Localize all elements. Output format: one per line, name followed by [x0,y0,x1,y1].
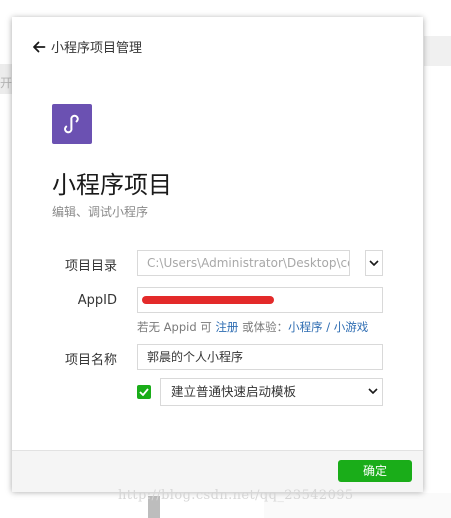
appid-redaction-mark [142,296,274,304]
background-header-fragment [424,36,451,66]
page-subtitle: 编辑、调试小程序 [52,205,149,219]
register-link[interactable]: 注册 [215,320,238,334]
background-text-fragment: 开 [0,76,13,90]
template-select-value: 建立普通快速启动模板 [171,384,297,399]
back-button[interactable]: 小程序项目管理 [32,37,142,56]
project-name-label: 项目名称 [64,353,117,368]
project-dir-label: 项目目录 [64,259,117,274]
chevron-down-icon [368,388,378,394]
project-dialog: 小程序项目管理 小程序项目 编辑、调试小程序 项目目录 C:\Users\Adm… [12,17,423,492]
back-label: 小程序项目管理 [51,41,143,56]
template-checkbox[interactable] [137,385,151,399]
checkmark-icon [139,388,149,396]
arrow-left-icon [33,41,46,52]
dialog-footer: 确定 [12,450,423,492]
chevron-down-icon [369,260,379,266]
confirm-button[interactable]: 确定 [338,460,412,482]
appid-label: AppID [77,293,117,308]
try-minigame-link[interactable]: 小游戏 [334,320,369,334]
mini-program-logo-icon [52,104,92,144]
project-dir-input[interactable]: C:\Users\Administrator\Desktop\cotte [137,250,350,276]
template-select[interactable]: 建立普通快速启动模板 [160,378,383,406]
try-miniprogram-link[interactable]: 小程序 [288,320,323,334]
project-dir-dropdown-button[interactable] [365,250,383,276]
hint-separator: / [322,320,334,334]
hint-prefix: 若无 Appid 可 [137,320,216,334]
hint-middle: 或体验： [238,320,289,334]
watermark-text: http://blog.csdn.net/qq_23542095 [118,488,354,503]
appid-hint: 若无 Appid 可 注册 或体验：小程序 / 小游戏 [137,319,368,335]
page-title: 小程序项目 [52,171,172,199]
project-name-input[interactable]: 郭晨的个人小程序 [137,344,383,370]
